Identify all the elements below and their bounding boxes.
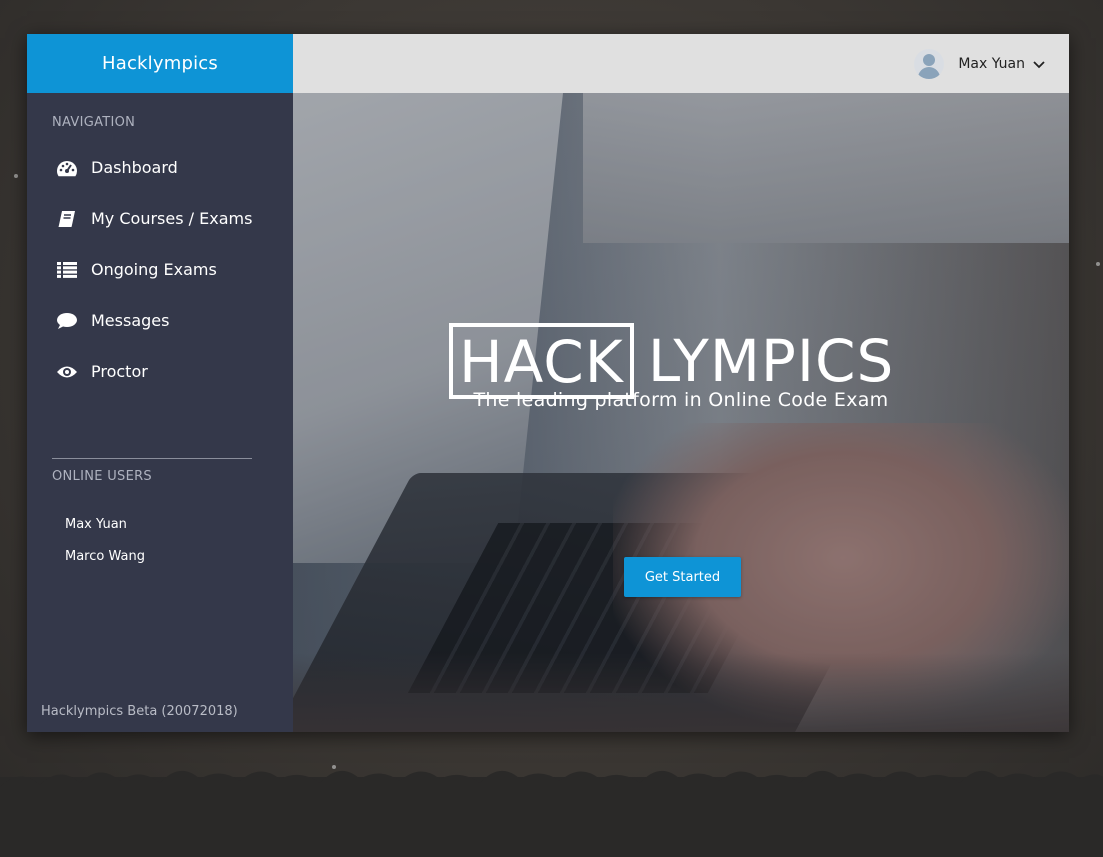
list-icon <box>55 260 79 280</box>
sidebar-item-label: Ongoing Exams <box>91 260 217 279</box>
hero-tagline: The leading platform in Online Code Exam <box>473 389 889 411</box>
sidebar: Hacklympics NAVIGATION Dashboard My Cour… <box>27 34 293 732</box>
background-speck <box>1096 262 1100 266</box>
sidebar-item-my-courses[interactable]: My Courses / Exams <box>27 193 293 244</box>
online-user-item[interactable]: Marco Wang <box>65 549 145 564</box>
app-version: Hacklympics Beta (20072018) <box>41 704 238 719</box>
sidebar-item-proctor[interactable]: Proctor <box>27 346 293 397</box>
sidebar-divider <box>52 458 252 459</box>
sidebar-item-label: Messages <box>91 311 170 330</box>
background-crowd-silhouette <box>0 770 1103 857</box>
logo-boxed-text: HACK <box>449 323 634 399</box>
sidebar-item-label: My Courses / Exams <box>91 209 253 228</box>
eye-icon <box>55 362 79 382</box>
hero-banner: HACK LYMPICS The leading platform in Onl… <box>293 93 1069 732</box>
book-icon <box>55 209 79 229</box>
user-menu-dropdown[interactable]: Max Yuan <box>914 34 1045 93</box>
user-avatar-icon <box>914 48 945 79</box>
sidebar-item-dashboard[interactable]: Dashboard <box>27 142 293 193</box>
sidebar-item-ongoing-exams[interactable]: Ongoing Exams <box>27 244 293 295</box>
comment-icon <box>55 311 79 331</box>
navigation-section-label: NAVIGATION <box>52 115 136 130</box>
brand-title[interactable]: Hacklympics <box>27 34 293 93</box>
background-speck <box>14 174 18 178</box>
sidebar-item-label: Proctor <box>91 362 148 381</box>
sidebar-item-label: Dashboard <box>91 158 178 177</box>
sidebar-item-messages[interactable]: Messages <box>27 295 293 346</box>
online-user-item[interactable]: Max Yuan <box>65 517 127 532</box>
user-name: Max Yuan <box>958 55 1025 72</box>
chevron-down-icon <box>1033 54 1045 73</box>
app-window: Hacklympics NAVIGATION Dashboard My Cour… <box>27 34 1069 732</box>
top-bar: Max Yuan <box>293 34 1069 93</box>
hero-overlay <box>293 93 1069 732</box>
get-started-button[interactable]: Get Started <box>624 557 741 597</box>
logo-rest-text: LYMPICS <box>647 327 895 395</box>
dashboard-icon <box>55 158 79 178</box>
online-users-section-label: ONLINE USERS <box>52 469 152 484</box>
